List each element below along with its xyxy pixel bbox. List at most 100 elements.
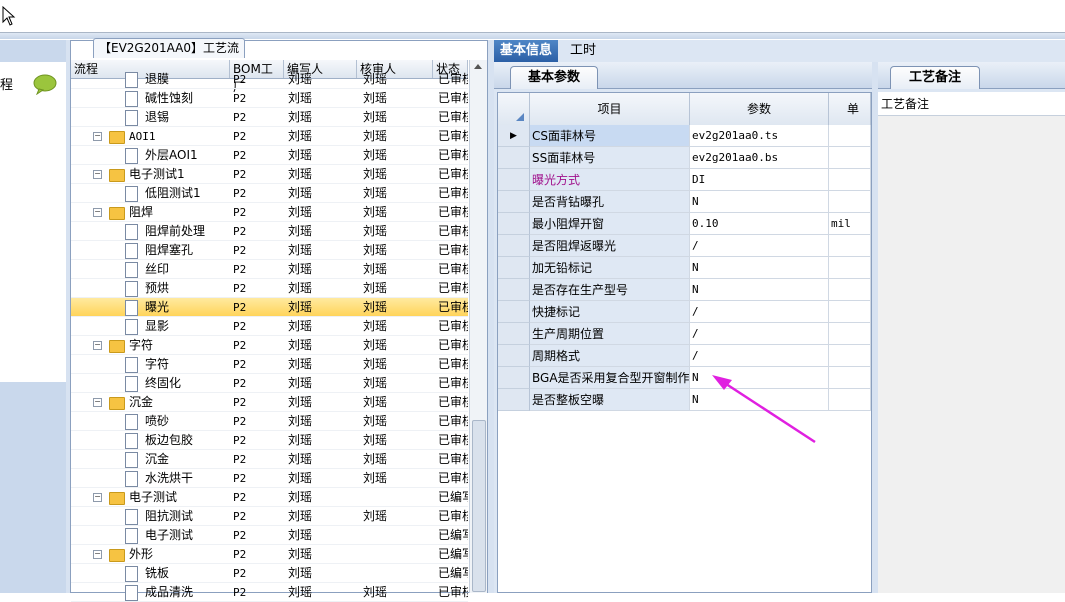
tree-row[interactable]: 外层AOI1 P2 刘瑶 刘瑶 已审核 — [71, 146, 468, 165]
param-value[interactable]: / — [690, 323, 829, 345]
tree-row-author: 刘瑶 — [288, 433, 313, 447]
tree-row[interactable]: 预烘 P2 刘瑶 刘瑶 已审核 — [71, 279, 468, 298]
param-row[interactable]: ▶ CS面菲林号 ev2g201aa0.ts — [498, 125, 871, 147]
param-value[interactable]: / — [690, 235, 829, 257]
tab-basic-params[interactable]: 基本参数 — [510, 66, 598, 89]
tree-row-author: 刘瑶 — [288, 547, 313, 561]
collapse-toggle-icon[interactable]: − — [93, 208, 102, 217]
param-row[interactable]: 是否阻焊返曝光 / — [498, 235, 871, 257]
tree-row[interactable]: − 电子测试 P2 刘瑶 已编写 — [71, 488, 468, 507]
param-value[interactable]: / — [690, 345, 829, 367]
param-row[interactable]: 快捷标记 / — [498, 301, 871, 323]
row-selector[interactable] — [498, 301, 530, 323]
collapse-toggle-icon[interactable]: − — [93, 132, 102, 141]
collapse-toggle-icon[interactable]: − — [93, 170, 102, 179]
tree-row[interactable]: 阻抗测试 P2 刘瑶 刘瑶 已审核 — [71, 507, 468, 526]
tree-row[interactable]: 丝印 P2 刘瑶 刘瑶 已审核 — [71, 260, 468, 279]
process-notes-body[interactable] — [878, 116, 1065, 593]
tab-process-notes[interactable]: 工艺备注 — [890, 66, 980, 89]
tree-row-author: 刘瑶 — [288, 110, 313, 124]
collapse-toggle-icon[interactable]: − — [93, 341, 102, 350]
tree-row[interactable]: 阻焊塞孔 P2 刘瑶 刘瑶 已审核 — [71, 241, 468, 260]
tree-row-name: 外形 — [129, 547, 154, 561]
collapse-toggle-icon[interactable]: − — [93, 550, 102, 559]
column-unit[interactable]: 单位 — [829, 93, 871, 148]
collapse-toggle-icon[interactable]: − — [93, 493, 102, 502]
row-selector[interactable] — [498, 367, 530, 389]
param-value[interactable]: ev2g201aa0.ts — [690, 125, 829, 147]
tree-row[interactable]: 低阻测试1 P2 刘瑶 刘瑶 已审核 — [71, 184, 468, 203]
column-value[interactable]: 参数 — [690, 93, 829, 125]
param-value[interactable]: 0.10 — [690, 213, 829, 235]
tree-row[interactable]: 退膜 P2 刘瑶 刘瑶 已审核 — [71, 70, 468, 89]
document-icon — [125, 471, 138, 487]
param-row[interactable]: 是否背钻曝孔 N — [498, 191, 871, 213]
tree-row-author: 刘瑶 — [288, 528, 313, 542]
row-selector[interactable] — [498, 191, 530, 213]
tree-row-bom: P2 — [233, 377, 247, 390]
tree-row-reviewer: 刘瑶 — [363, 129, 388, 143]
tab-work-hours[interactable]: 工时 — [564, 40, 602, 62]
tree-row[interactable]: − 字符 P2 刘瑶 刘瑶 已审核 — [71, 336, 468, 355]
row-selector[interactable] — [498, 235, 530, 257]
tree-row[interactable]: − 电子测试1 P2 刘瑶 刘瑶 已审核 — [71, 165, 468, 184]
process-tree-scrollbar[interactable] — [469, 60, 487, 593]
row-selector[interactable] — [498, 213, 530, 235]
param-item: 是否整板空曝 — [530, 389, 690, 411]
row-selector[interactable] — [498, 257, 530, 279]
tree-row[interactable]: − 沉金 P2 刘瑶 刘瑶 已审核 — [71, 393, 468, 412]
param-unit — [829, 389, 871, 411]
tree-row[interactable]: 喷砂 P2 刘瑶 刘瑶 已审核 — [71, 412, 468, 431]
tree-row[interactable]: − 阻焊 P2 刘瑶 刘瑶 已审核 — [71, 203, 468, 222]
tree-row[interactable]: 水洗烘干 P2 刘瑶 刘瑶 已审核 — [71, 469, 468, 488]
tree-row[interactable]: 显影 P2 刘瑶 刘瑶 已审核 — [71, 317, 468, 336]
grid-corner[interactable] — [498, 93, 530, 125]
tree-row-name: 喷砂 — [145, 414, 170, 428]
row-selector[interactable] — [498, 345, 530, 367]
tree-row[interactable]: 阻焊前处理 P2 刘瑶 刘瑶 已审核 — [71, 222, 468, 241]
column-item[interactable]: 项目 — [530, 93, 690, 125]
tree-row-bom: P2 — [233, 263, 247, 276]
row-selector[interactable] — [498, 147, 530, 169]
tree-row-bom: P2 — [233, 168, 247, 181]
tree-row-name: 退锡 — [145, 110, 170, 124]
tab-basic-info[interactable]: 基本信息 — [494, 40, 559, 62]
tree-row[interactable]: − AOI1 P2 刘瑶 刘瑶 已审核 — [71, 127, 468, 146]
param-value[interactable]: N — [690, 279, 829, 301]
param-row[interactable]: 加无铅标记 N — [498, 257, 871, 279]
folder-icon — [109, 340, 125, 353]
param-value[interactable]: N — [690, 191, 829, 213]
param-value[interactable]: N — [690, 257, 829, 279]
row-selector[interactable] — [498, 389, 530, 411]
param-row[interactable]: 周期格式 / — [498, 345, 871, 367]
chat-bubble-icon[interactable] — [32, 73, 58, 95]
param-item: 生产周期位置 — [530, 323, 690, 345]
tree-row-reviewer: 刘瑶 — [363, 110, 388, 124]
tree-row[interactable]: 字符 P2 刘瑶 刘瑶 已审核 — [71, 355, 468, 374]
param-row[interactable]: SS面菲林号 ev2g201aa0.bs — [498, 147, 871, 169]
tree-row[interactable]: 曝光 P2 刘瑶 刘瑶 已审核 — [71, 298, 468, 317]
row-selector[interactable] — [498, 279, 530, 301]
param-value[interactable]: ev2g201aa0.bs — [690, 147, 829, 169]
tree-row[interactable]: − 外形 P2 刘瑶 已编写 — [71, 545, 468, 564]
row-selector[interactable]: ▶ — [498, 125, 530, 147]
tree-row[interactable]: 板边包胶 P2 刘瑶 刘瑶 已审核 — [71, 431, 468, 450]
document-icon — [125, 148, 138, 164]
param-row[interactable]: 最小阻焊开窗 0.10 mil — [498, 213, 871, 235]
param-row[interactable]: 曝光方式 DI — [498, 169, 871, 191]
param-value[interactable]: DI — [690, 169, 829, 191]
tree-row[interactable]: 电子测试 P2 刘瑶 已编写 — [71, 526, 468, 545]
row-selector[interactable] — [498, 169, 530, 191]
tree-row[interactable]: 铣板 P2 刘瑶 已编写 — [71, 564, 468, 583]
tree-row-author: 刘瑶 — [288, 91, 313, 105]
row-selector[interactable] — [498, 323, 530, 345]
param-row[interactable]: 生产周期位置 / — [498, 323, 871, 345]
tree-row[interactable]: 终固化 P2 刘瑶 刘瑶 已审核 — [71, 374, 468, 393]
collapse-toggle-icon[interactable]: − — [93, 398, 102, 407]
tree-row[interactable]: 退锡 P2 刘瑶 刘瑶 已审核 — [71, 108, 468, 127]
tree-row-name: 阻焊前处理 — [145, 224, 206, 238]
param-value[interactable]: / — [690, 301, 829, 323]
tree-row[interactable]: 沉金 P2 刘瑶 刘瑶 已审核 — [71, 450, 468, 469]
tree-row[interactable]: 碱性蚀刻 P2 刘瑶 刘瑶 已审核 — [71, 89, 468, 108]
param-row[interactable]: 是否存在生产型号 N — [498, 279, 871, 301]
